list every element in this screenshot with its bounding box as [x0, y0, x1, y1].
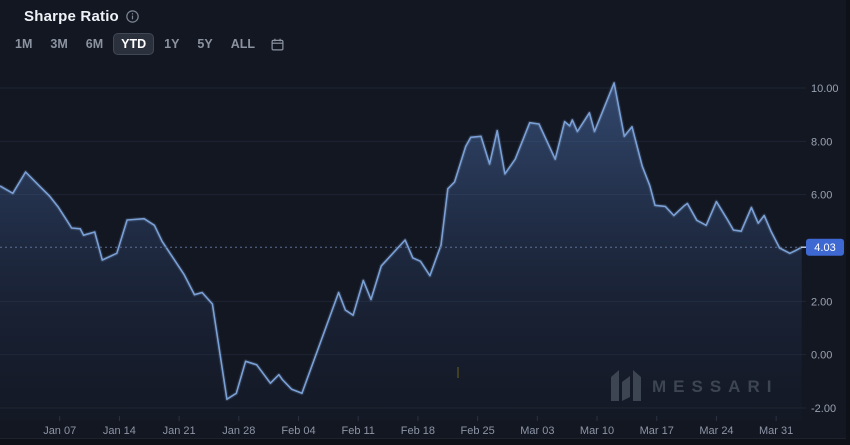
sharpe-ratio-card: 10.00 8.00 6.00 2.00 0.00 -2.00 Jan 07 Jan 14 Ja…	[0, 0, 850, 445]
x-axis-label: Mar 31	[759, 425, 793, 437]
chart-header: Sharpe Ratio	[24, 8, 139, 25]
x-axis-label: Mar 03	[520, 425, 554, 437]
x-axis-label: Jan 21	[163, 425, 196, 437]
card-bottom-edge	[0, 439, 850, 445]
x-axis-label: Feb 25	[461, 425, 495, 437]
range-button-1y[interactable]: 1Y	[156, 33, 187, 55]
y-axis-label: 2.00	[811, 296, 832, 308]
cursor-artifact	[457, 367, 459, 378]
calendar-icon[interactable]	[265, 35, 290, 54]
chart-plot-area[interactable]	[0, 60, 806, 420]
current-value-badge-label: 4.03	[814, 242, 835, 254]
y-axis-label: 0.00	[811, 350, 832, 362]
x-axis-label: Feb 18	[401, 425, 435, 437]
chart-title: Sharpe Ratio	[24, 8, 119, 25]
info-circle-icon[interactable]	[126, 10, 139, 23]
range-button-all[interactable]: ALL	[223, 33, 263, 55]
x-axis-label: Feb 04	[281, 425, 315, 437]
x-axis-label: Jan 14	[103, 425, 136, 437]
range-button-ytd[interactable]: YTD	[113, 33, 155, 55]
x-axis-label: Mar 17	[640, 425, 674, 437]
time-range-selector: 1M 3M 6M YTD 1Y 5Y ALL	[7, 33, 290, 55]
card-right-edge	[846, 0, 850, 445]
y-axis-label: 6.00	[811, 190, 832, 202]
x-axis-label: Feb 11	[342, 425, 375, 437]
range-button-3m[interactable]: 3M	[42, 33, 75, 55]
y-axis-label: 8.00	[811, 136, 832, 148]
x-axis-label: Mar 24	[699, 425, 733, 437]
sharpe-ratio-chart[interactable]: 10.00 8.00 6.00 2.00 0.00 -2.00 Jan 07 Jan 14 Ja…	[0, 0, 850, 445]
y-axis-label: 10.00	[811, 83, 839, 95]
range-button-5y[interactable]: 5Y	[189, 33, 220, 55]
x-axis-label: Mar 10	[580, 425, 614, 437]
range-button-6m[interactable]: 6M	[78, 33, 111, 55]
y-axis-label: -2.00	[811, 403, 836, 415]
x-axis-label: Jan 07	[43, 425, 76, 437]
range-button-1m[interactable]: 1M	[7, 33, 40, 55]
x-axis-label: Jan 28	[222, 425, 255, 437]
